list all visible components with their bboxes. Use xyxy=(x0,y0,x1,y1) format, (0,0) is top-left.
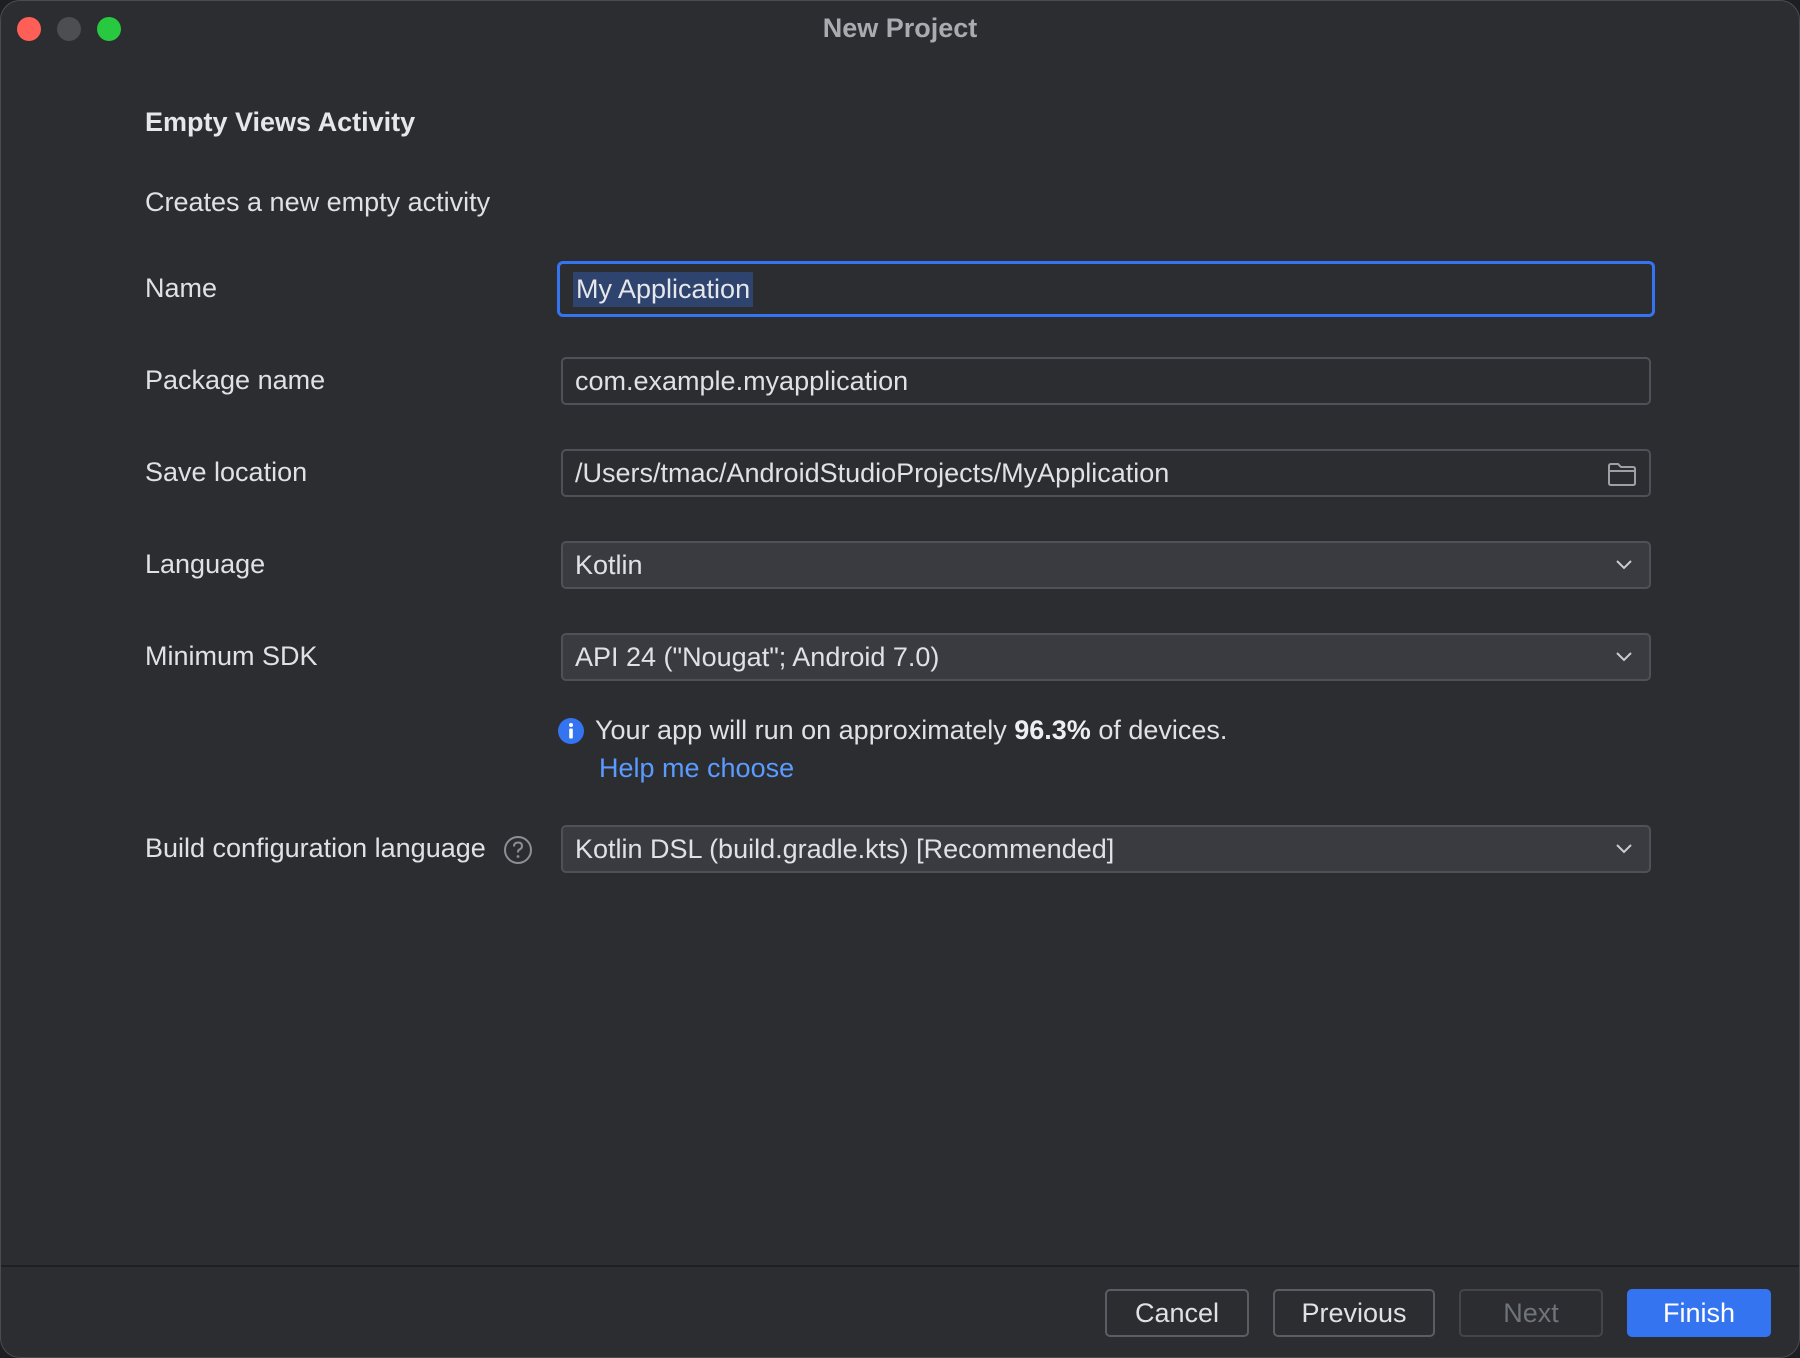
sdk-info-percent: 96.3% xyxy=(1014,715,1091,745)
build-config-language-label: Build configuration language xyxy=(145,833,533,865)
info-icon xyxy=(558,717,584,744)
name-label: Name xyxy=(145,273,218,303)
package-name-label: Package name xyxy=(145,365,326,395)
name-input-value: My Application xyxy=(573,271,754,307)
save-location-label: Save location xyxy=(145,457,308,487)
language-label: Language xyxy=(145,549,266,579)
minimum-sdk-dropdown[interactable]: API 24 ("Nougat"; Android 7.0) xyxy=(561,633,1651,681)
package-name-value: com.example.myapplication xyxy=(575,365,909,396)
chevron-down-icon xyxy=(1616,652,1632,662)
chevron-down-icon xyxy=(1616,844,1632,854)
template-description: Creates a new empty activity xyxy=(145,187,491,217)
template-name: Empty Views Activity xyxy=(145,107,416,137)
new-project-dialog: New Project Empty Views Activity Creates… xyxy=(0,0,1800,1358)
minimum-sdk-label: Minimum SDK xyxy=(145,641,318,671)
finish-button[interactable]: Finish xyxy=(1627,1289,1771,1337)
minimum-sdk-value: API 24 ("Nougat"; Android 7.0) xyxy=(575,641,940,672)
help-icon[interactable] xyxy=(503,835,533,865)
save-location-value: /Users/tmac/AndroidStudioProjects/MyAppl… xyxy=(575,457,1170,488)
folder-icon[interactable] xyxy=(1607,461,1637,487)
sdk-info-suffix: of devices. xyxy=(1090,715,1228,745)
save-location-input[interactable]: /Users/tmac/AndroidStudioProjects/MyAppl… xyxy=(561,449,1651,497)
package-name-input[interactable]: com.example.myapplication xyxy=(561,357,1651,405)
language-value: Kotlin xyxy=(575,549,643,580)
language-dropdown[interactable]: Kotlin xyxy=(561,541,1651,589)
cancel-button[interactable]: Cancel xyxy=(1105,1289,1249,1337)
sdk-info-prefix: Your app will run on approximately xyxy=(595,715,1015,745)
sdk-coverage-info: Your app will run on approximately 96.3%… xyxy=(557,715,1227,746)
next-button[interactable]: Next xyxy=(1459,1289,1603,1337)
build-config-language-dropdown[interactable]: Kotlin DSL (build.gradle.kts) [Recommend… xyxy=(561,825,1651,873)
name-input[interactable]: My Application xyxy=(557,261,1655,317)
build-config-language-label-text: Build configuration language xyxy=(145,833,486,863)
footer-divider xyxy=(1,1265,1799,1267)
build-config-language-value: Kotlin DSL (build.gradle.kts) [Recommend… xyxy=(575,833,1115,864)
title-bar[interactable]: New Project xyxy=(1,1,1799,57)
chevron-down-icon xyxy=(1616,560,1632,570)
previous-button[interactable]: Previous xyxy=(1273,1289,1435,1337)
window-title: New Project xyxy=(822,13,978,43)
help-me-choose-link[interactable]: Help me choose xyxy=(599,753,794,784)
